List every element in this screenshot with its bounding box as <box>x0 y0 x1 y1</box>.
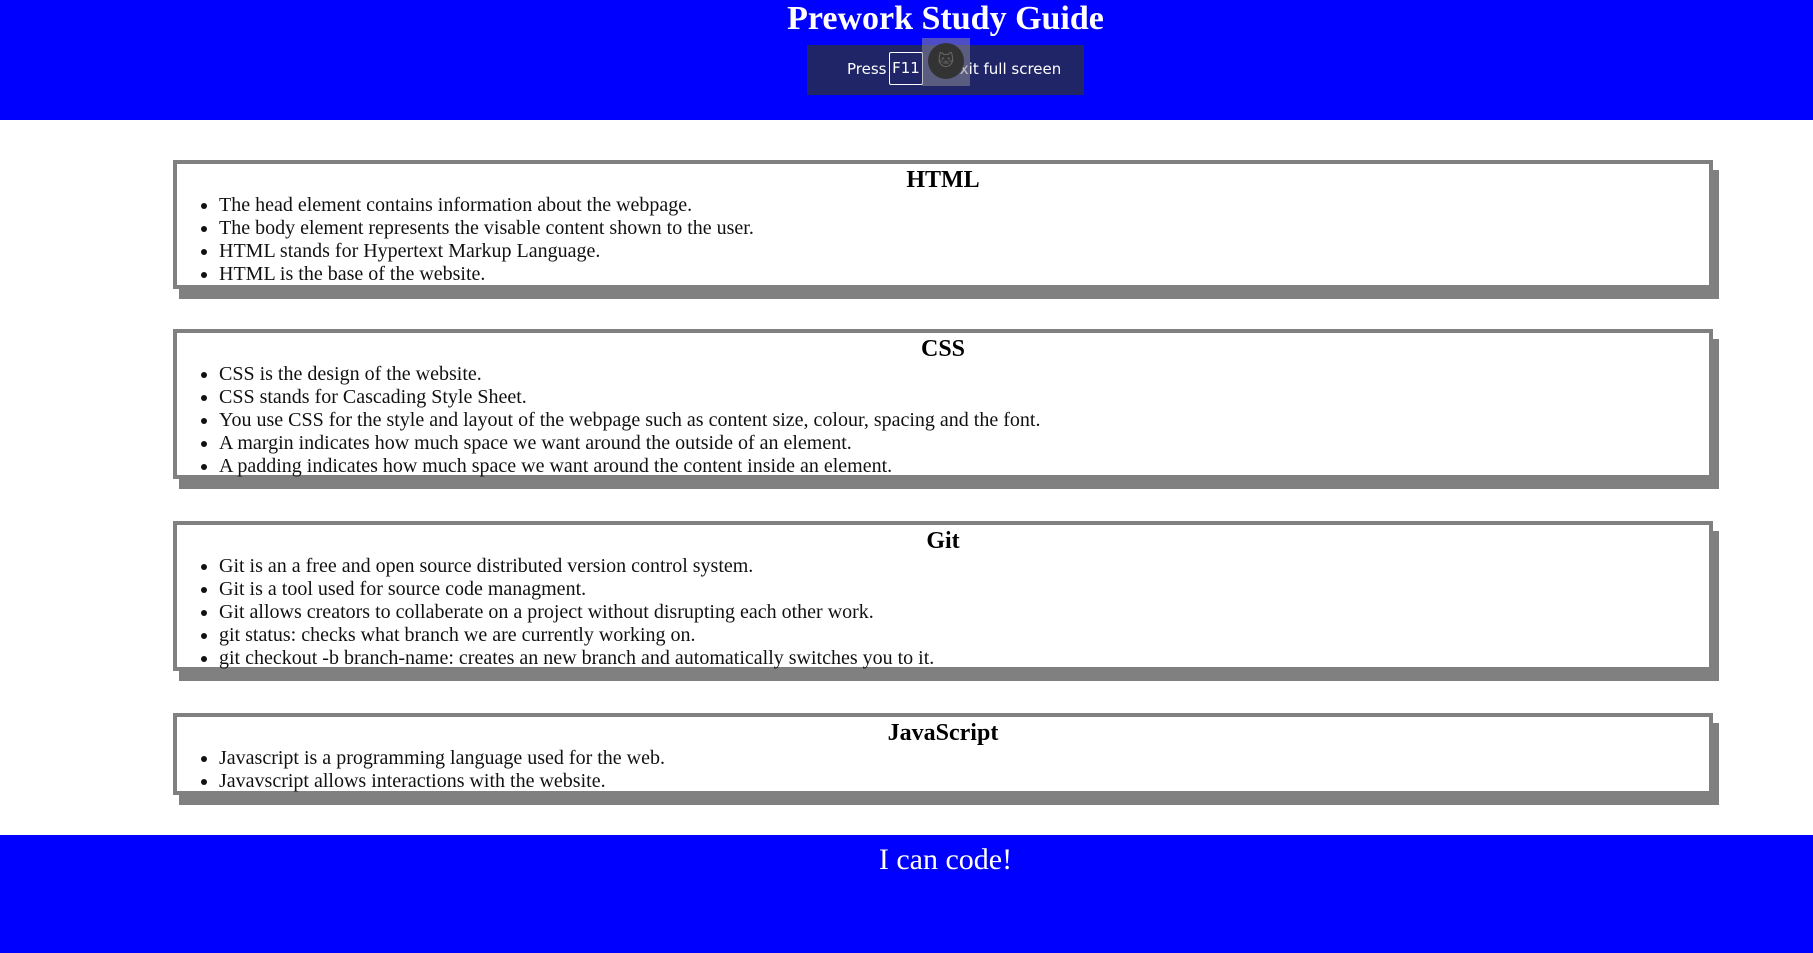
section-title-css: CSS <box>920 336 966 362</box>
list-item: CSS stands for Cascading Style Sheet. <box>219 386 1709 409</box>
list-item: git status: checks what branch we are cu… <box>219 624 1709 647</box>
list-item: git checkout -b branch-name: creates an … <box>219 647 1709 670</box>
avatar-face: 🐱 <box>928 43 964 79</box>
list-item: Git is an a free and open source distrib… <box>219 555 1709 578</box>
page-footer: I can code! <box>0 835 1813 953</box>
section-list-javascript: Javascript is a programming language use… <box>177 747 1709 793</box>
f11-key-badge: F11 <box>889 52 923 85</box>
cat-avatar-icon[interactable]: 🐱 <box>922 38 970 86</box>
list-item: A padding indicates how much space we wa… <box>219 455 1709 478</box>
footer-text: I can code! <box>878 843 1013 876</box>
list-item: HTML is the base of the website. <box>219 263 1709 286</box>
section-card-html: HTML The head element contains informati… <box>173 160 1713 289</box>
section-list-html: The head element contains information ab… <box>177 194 1709 286</box>
section-list-css: CSS is the design of the website. CSS st… <box>177 363 1709 478</box>
section-list-git: Git is an a free and open source distrib… <box>177 555 1709 670</box>
list-item: HTML stands for Hypertext Markup Languag… <box>219 240 1709 263</box>
section-title-git: Git <box>926 528 960 554</box>
page-title: Prework Study Guide <box>787 0 1104 37</box>
list-item: Javavscript allows interactions with the… <box>219 770 1709 793</box>
list-item: The body element represents the visable … <box>219 217 1709 240</box>
section-card-javascript: JavaScript Javascript is a programming l… <box>173 713 1713 795</box>
list-item: Git is a tool used for source code manag… <box>219 578 1709 601</box>
list-item: CSS is the design of the website. <box>219 363 1709 386</box>
section-title-javascript: JavaScript <box>887 720 999 746</box>
list-item: Javascript is a programming language use… <box>219 747 1709 770</box>
list-item: The head element contains information ab… <box>219 194 1709 217</box>
section-title-html: HTML <box>906 167 980 193</box>
list-item: You use CSS for the style and layout of … <box>219 409 1709 432</box>
section-card-css: CSS CSS is the design of the website. CS… <box>173 329 1713 479</box>
section-card-git: Git Git is an a free and open source dis… <box>173 521 1713 671</box>
list-item: Git allows creators to collaberate on a … <box>219 601 1709 624</box>
fullscreen-notice-press: Press <box>847 60 887 78</box>
list-item: A margin indicates how much space we wan… <box>219 432 1709 455</box>
